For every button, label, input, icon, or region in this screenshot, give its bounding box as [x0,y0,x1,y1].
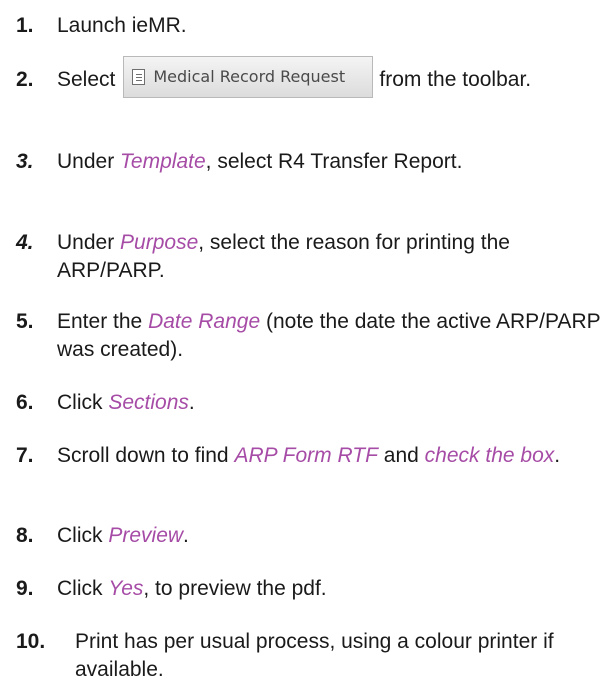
step-text: Select Medical Record Request from the too… [57,56,610,99]
step-text-part: Click [57,524,109,547]
step-text-part: from the toolbar. [379,68,532,91]
step-text: Click Sections. [57,389,610,417]
step-text-part: Print has per usual process, using a col… [75,630,554,681]
step-text-part: Launch ieMR. [57,14,187,37]
step-number: 3. [16,150,34,173]
step-text: Enter the Date Range (note the date the … [57,308,610,364]
step-text-part: Select [57,68,116,91]
sections-reference: Sections [108,391,189,414]
step-number: 4. [16,231,34,254]
step-text-part: . [188,391,195,414]
step-text-part: . [554,444,561,467]
step-text-part: , select R4 Transfer Report. [205,150,463,173]
step-number: 9. [16,577,34,600]
step-text-part: Scroll down to find [57,444,235,467]
page: { "steps": [ { "num": "1.", "parts": [ {… [0,0,614,681]
check-the-box-reference: check the box [424,444,555,467]
step-text-part: Under [57,231,121,254]
step-number: 2. [16,68,34,91]
purpose-field-reference: Purpose [120,231,199,254]
step-number: 6. [16,391,34,414]
step-text: Under Template, select R4 Transfer Repor… [57,148,610,176]
yes-reference: Yes [108,577,144,600]
step-text: Scroll down to find ARP Form RTF and che… [57,442,610,470]
step-text: Launch ieMR. [57,12,610,40]
document-icon [132,69,146,86]
preview-reference: Preview [108,524,184,547]
arp-form-rtf-reference: ARP Form RTF [234,444,378,467]
step-text-part: Click [57,391,109,414]
step-number: 7. [16,444,34,467]
step-text-part: Enter the [57,310,149,333]
date-range-field-reference: Date Range [148,310,261,333]
step-text: Under Purpose, select the reason for pri… [57,229,610,285]
step-text: Click Preview. [57,522,610,550]
step-number: 5. [16,310,34,333]
step-number: 10. [16,630,46,653]
step-text-part: Click [57,577,109,600]
step-text: Click Yes, to preview the pdf. [57,575,610,603]
step-number: 1. [16,14,34,37]
medical-record-request-label: Medical Record Request [153,67,346,87]
step-text-part: , to preview the pdf. [143,577,327,600]
step-number: 8. [16,524,34,547]
step-text-part: . [183,524,189,547]
template-field-reference: Template [120,150,206,173]
step-text-part: and [377,444,425,467]
step-text: Print has per usual process, using a col… [75,628,610,684]
step-text-part: Under [57,150,121,173]
medical-record-request-button[interactable]: Medical Record Request [123,56,374,99]
